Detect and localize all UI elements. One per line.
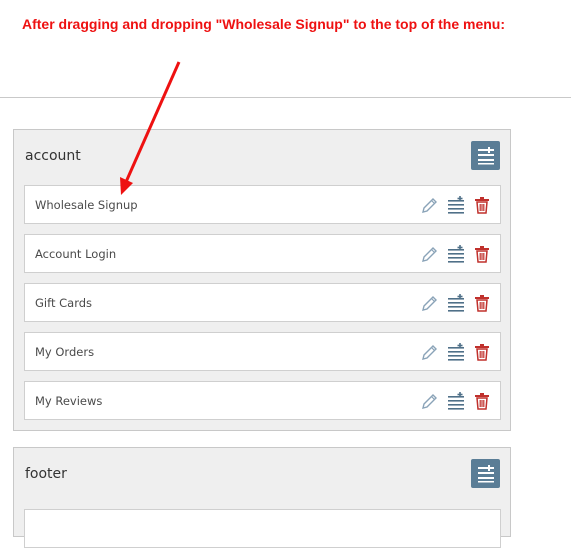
add-submenu-icon: [477, 464, 494, 482]
menu-item-wholesale-signup[interactable]: Wholesale Signup: [24, 185, 501, 224]
trash-icon[interactable]: [472, 391, 492, 411]
menu-item-label: Wholesale Signup: [35, 198, 138, 212]
menu-box-footer: footer: [13, 447, 511, 548]
trash-icon[interactable]: [472, 293, 492, 313]
add-submenu-icon: [477, 146, 494, 164]
menu-item-footer-first[interactable]: [24, 509, 501, 548]
pencil-icon[interactable]: [420, 342, 440, 362]
trash-icon[interactable]: [472, 195, 492, 215]
submenu-list-icon[interactable]: [446, 244, 466, 264]
menu-item-label: Gift Cards: [35, 296, 93, 310]
submenu-list-icon[interactable]: [446, 342, 466, 362]
pencil-icon[interactable]: [420, 195, 440, 215]
pencil-icon[interactable]: [420, 391, 440, 411]
menu-item-label: My Orders: [35, 345, 95, 359]
menu-item-account-login[interactable]: Account Login: [24, 234, 501, 273]
menu-item-gift-cards[interactable]: Gift Cards: [24, 283, 501, 322]
add-item-button[interactable]: [471, 141, 500, 170]
trash-icon[interactable]: [472, 342, 492, 362]
trash-icon[interactable]: [472, 244, 492, 264]
menu-item-label: My Reviews: [35, 394, 103, 408]
submenu-list-icon[interactable]: [446, 293, 466, 313]
menu-item-my-reviews[interactable]: My Reviews: [24, 381, 501, 420]
divider: [0, 97, 571, 98]
submenu-list-icon[interactable]: [446, 391, 466, 411]
menu-title: account: [25, 148, 81, 164]
pencil-icon[interactable]: [420, 244, 440, 264]
pencil-icon[interactable]: [420, 293, 440, 313]
menu-box-account: account Wholesale Signup Account Login G…: [13, 129, 511, 431]
menu-item-label: Account Login: [35, 247, 117, 261]
menu-title: footer: [25, 466, 67, 482]
menu-item-my-orders[interactable]: My Orders: [24, 332, 501, 371]
add-item-button[interactable]: [471, 459, 500, 488]
annotation-text: After dragging and dropping "Wholesale S…: [22, 16, 506, 32]
submenu-list-icon[interactable]: [446, 195, 466, 215]
